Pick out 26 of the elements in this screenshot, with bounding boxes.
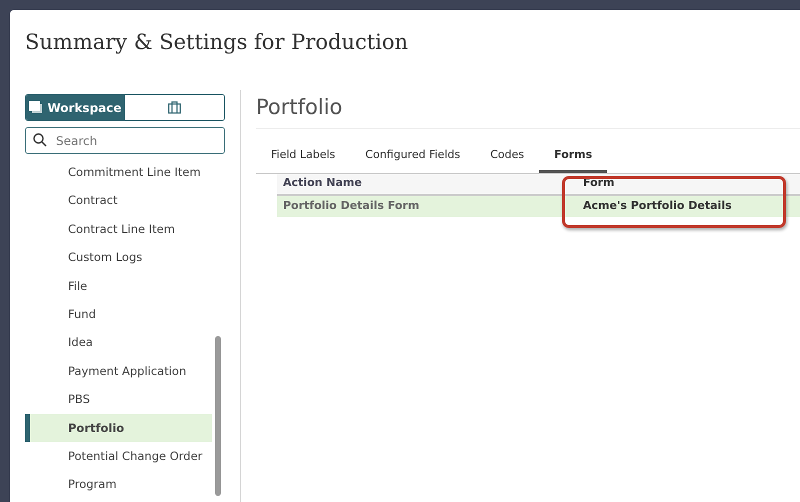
sidebar-item[interactable]: Custom Logs — [25, 243, 212, 272]
tab[interactable]: Field Labels — [271, 143, 350, 173]
sidebar-item[interactable]: Fund — [25, 300, 212, 328]
dialog-title: Summary & Settings for Production — [24, 29, 410, 56]
tab[interactable]: Codes — [475, 143, 540, 173]
sidebar-item[interactable]: Commitment Line Item — [25, 158, 212, 186]
page-heading: Portfolio — [256, 90, 800, 130]
column-header[interactable]: Action Name — [277, 175, 571, 192]
sidebar-item[interactable]: Idea — [25, 328, 212, 357]
sidebar-item[interactable]: Portfolio — [25, 414, 212, 442]
sidebar-item[interactable]: Contract — [25, 186, 212, 215]
workspace-toggle[interactable]: Workspace — [26, 95, 125, 120]
sidebar-item[interactable]: Potential Change Order — [25, 442, 212, 470]
stacked-pages-icon — [29, 101, 44, 114]
briefcase-icon — [168, 101, 181, 114]
scrollbar-thumb[interactable] — [215, 336, 221, 496]
search-field[interactable]: Search — [25, 127, 225, 154]
sidebar-item[interactable]: PBS — [25, 385, 212, 414]
table-cell-text: Acme's Portfolio Details — [582, 198, 733, 214]
table-row[interactable]: Portfolio Details Form Acme's Portfolio Details — [277, 196, 800, 217]
sidebar-item[interactable]: Program — [25, 470, 212, 499]
sidebar-item[interactable]: Payment Application — [25, 356, 212, 386]
tab[interactable]: Configured Fields — [350, 143, 476, 173]
sidebar-item[interactable]: Contract Line Item — [25, 214, 212, 244]
sidebar-item[interactable]: File — [25, 272, 212, 300]
table-cell-text: Portfolio Details Form — [282, 198, 420, 214]
